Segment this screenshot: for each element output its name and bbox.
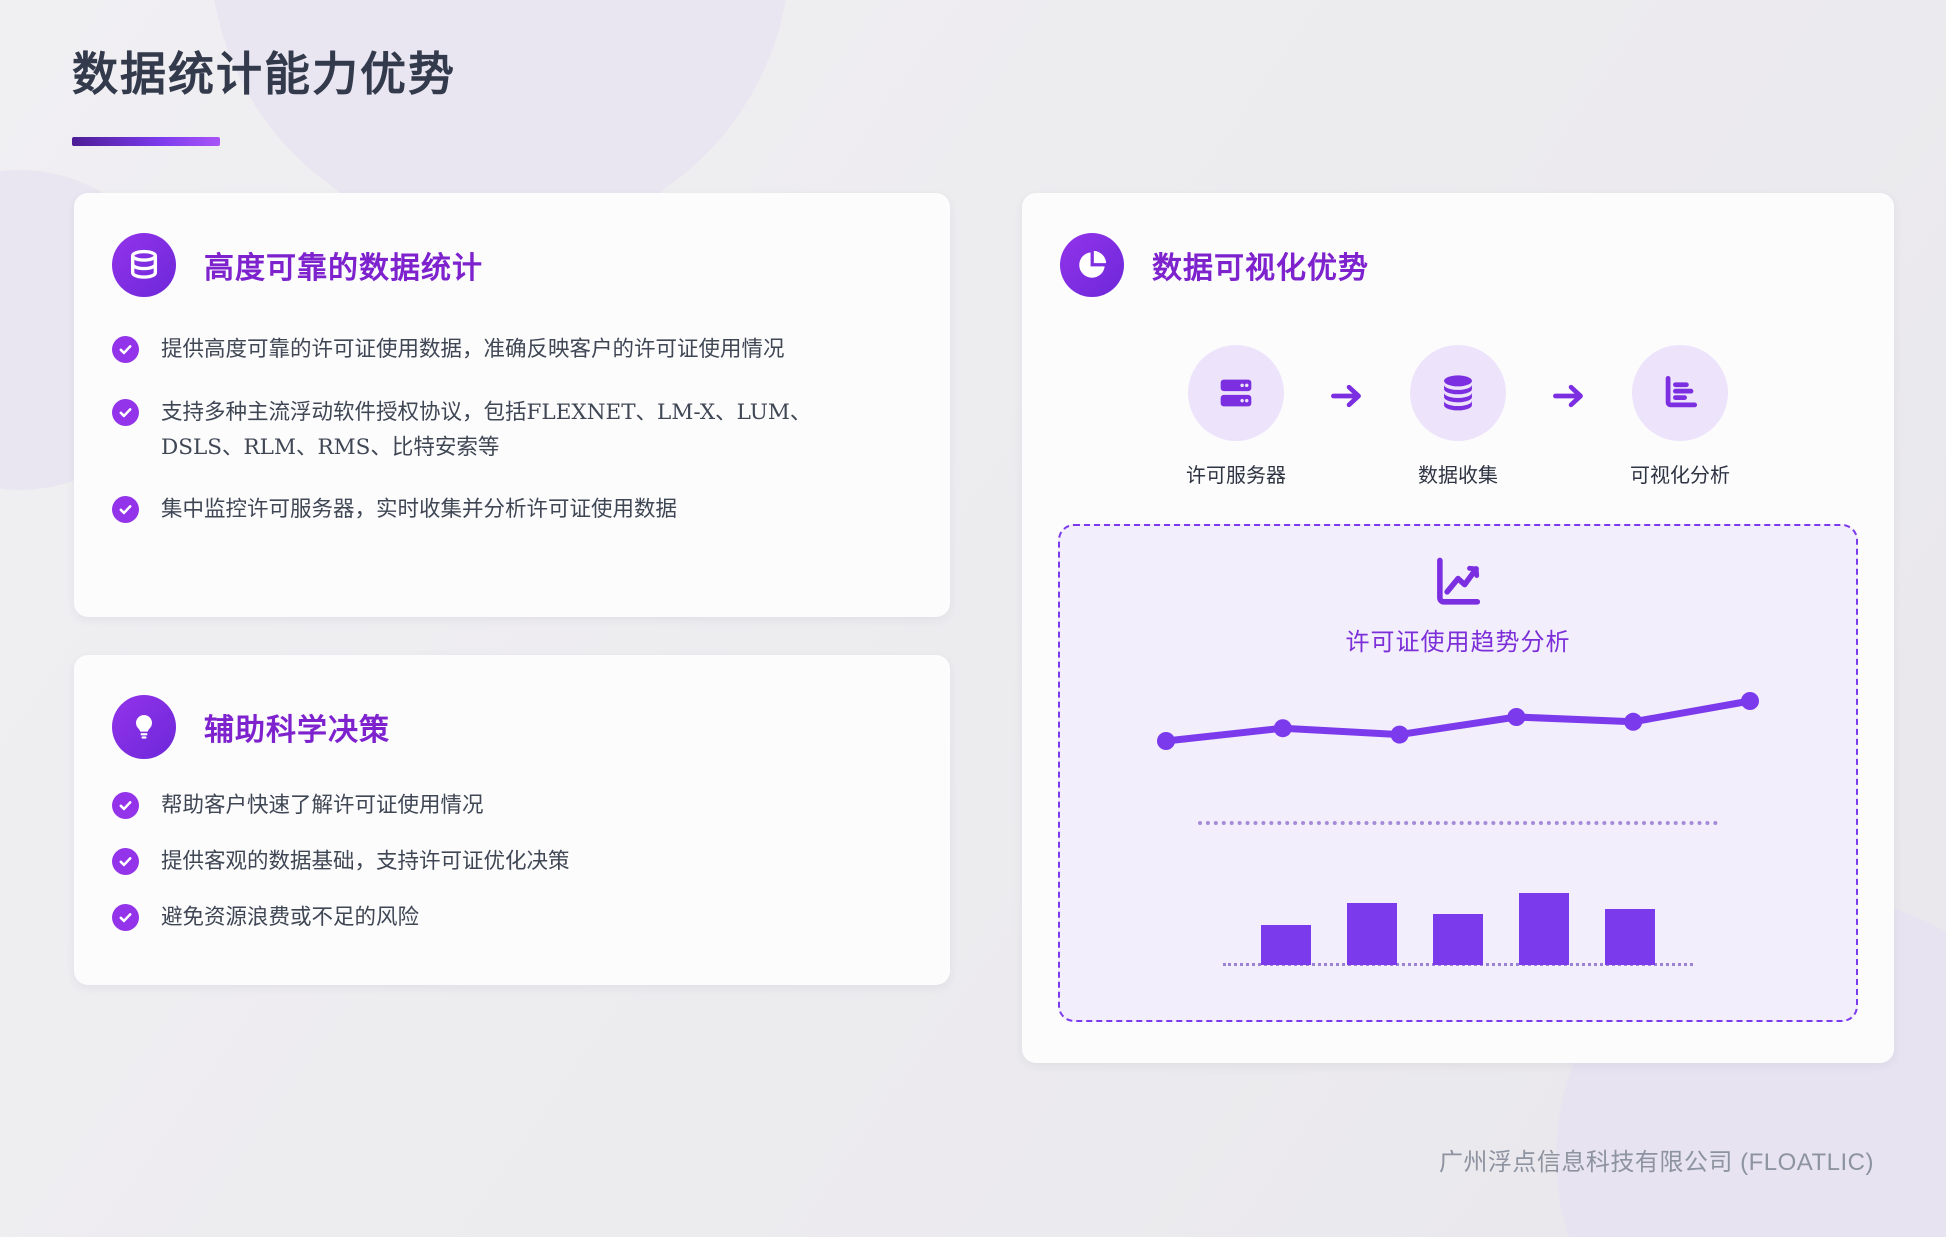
card-decision-support: 辅助科学决策 帮助客户快速了解许可证使用情况 提供客观的数据基础，支持许可证优化…: [74, 655, 950, 985]
bullet-text: 提供高度可靠的许可证使用数据，准确反映客户的许可证使用情况: [161, 333, 785, 368]
list-item: 帮助客户快速了解许可证使用情况: [112, 789, 912, 824]
arrow-right-icon: [1549, 381, 1589, 411]
trend-line-chart: [1148, 673, 1768, 803]
check-icon: [112, 336, 139, 363]
flow-label: 数据收集: [1418, 459, 1498, 488]
list-item: 提供高度可靠的许可证使用数据，准确反映客户的许可证使用情况: [112, 333, 912, 368]
check-icon: [112, 904, 139, 931]
dotted-separator: [1198, 821, 1718, 825]
trend-analysis-panel: 许可证使用趋势分析: [1058, 524, 1858, 1022]
card-title: 高度可靠的数据统计: [204, 243, 483, 287]
trend-bar-chart-wrap: [1060, 873, 1856, 965]
list-item: 集中监控许可服务器，实时收集并分析许可证使用数据: [112, 493, 912, 528]
card-title: 辅助科学决策: [204, 705, 390, 749]
flow-station-visual-analysis: 可视化分析: [1605, 345, 1755, 488]
flow-station-license-server: 许可服务器: [1161, 345, 1311, 488]
lightbulb-icon: [112, 695, 176, 759]
arrow-right-icon: [1327, 381, 1367, 411]
bullet-list: 帮助客户快速了解许可证使用情况 提供客观的数据基础，支持许可证优化决策 避免资源…: [74, 759, 950, 935]
card-visualization: 数据可视化优势 许可服务器: [1022, 193, 1894, 1063]
pie-chart-icon: [1060, 233, 1124, 297]
flow-label: 可视化分析: [1630, 459, 1730, 488]
card-header: 数据可视化优势: [1022, 193, 1894, 297]
line-chart-icon: [1060, 552, 1856, 610]
company-footer: 广州浮点信息科技有限公司 (FLOATLIC): [1439, 1142, 1874, 1177]
title-underline: [72, 137, 220, 146]
trend-line-chart-wrap: [1060, 673, 1856, 803]
check-icon: [112, 848, 139, 875]
check-icon: [112, 496, 139, 523]
card-header: 辅助科学决策: [74, 655, 950, 759]
page-title: 数据统计能力优势: [72, 38, 456, 104]
database-icon: [112, 233, 176, 297]
data-flow-diagram: 许可服务器 数据收集: [1022, 345, 1894, 488]
check-icon: [112, 399, 139, 426]
list-item: 支持多种主流浮动软件授权协议，包括FLEXNET、LM-X、LUM、DSLS、R…: [112, 396, 912, 466]
slide: 数据统计能力优势 高度可靠的数据统计 提供高度可靠的许可证使用数据，准确反映客户…: [0, 0, 1946, 1237]
trend-bar-chart: [1261, 873, 1655, 965]
bullet-text: 集中监控许可服务器，实时收集并分析许可证使用数据: [161, 493, 677, 528]
check-icon: [112, 792, 139, 819]
server-icon: [1188, 345, 1284, 441]
flow-label: 许可服务器: [1186, 459, 1286, 488]
card-title: 数据可视化优势: [1152, 243, 1369, 287]
bullet-text: 帮助客户快速了解许可证使用情况: [161, 789, 484, 824]
trend-label: 许可证使用趋势分析: [1060, 622, 1856, 657]
card-header: 高度可靠的数据统计: [74, 193, 950, 297]
bullet-list: 提供高度可靠的许可证使用数据，准确反映客户的许可证使用情况 支持多种主流浮动软件…: [74, 297, 950, 528]
list-item: 提供客观的数据基础，支持许可证优化决策: [112, 845, 912, 880]
flow-station-data-collect: 数据收集: [1383, 345, 1533, 488]
bar-chart-icon: [1632, 345, 1728, 441]
bullet-text: 提供客观的数据基础，支持许可证优化决策: [161, 845, 570, 880]
list-item: 避免资源浪费或不足的风险: [112, 901, 912, 936]
card-reliable-statistics: 高度可靠的数据统计 提供高度可靠的许可证使用数据，准确反映客户的许可证使用情况 …: [74, 193, 950, 617]
bullet-text: 支持多种主流浮动软件授权协议，包括FLEXNET、LM-X、LUM、DSLS、R…: [161, 396, 861, 466]
bullet-text: 避免资源浪费或不足的风险: [161, 901, 419, 936]
database-icon: [1410, 345, 1506, 441]
